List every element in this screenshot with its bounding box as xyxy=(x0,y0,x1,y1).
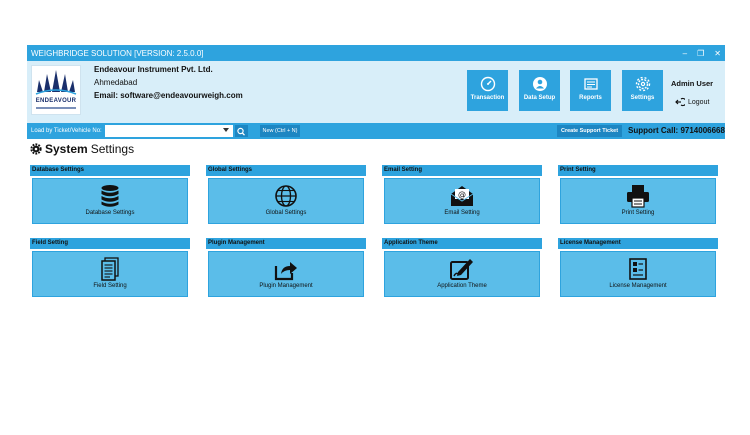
card-title: Application Theme xyxy=(382,238,542,249)
card-field-setting: Field Setting Field Setting xyxy=(30,238,190,299)
user-name: Admin User xyxy=(671,79,714,88)
global-settings-button[interactable]: Global Settings xyxy=(208,178,364,224)
minimize-button[interactable]: – xyxy=(683,49,687,58)
plugin-management-button[interactable]: Plugin Management xyxy=(208,251,364,297)
header: ENDEAVOUR Endeavour Instrument Pvt. Ltd.… xyxy=(27,61,725,123)
search-bar: Load by Ticket/Vehicle No: New (Ctrl + N… xyxy=(27,123,725,139)
print-setting-button[interactable]: Print Setting xyxy=(560,178,716,224)
card-label: Application Theme xyxy=(437,283,487,289)
new-button[interactable]: New (Ctrl + N) xyxy=(260,125,300,137)
title-bar: WEIGHBRIDGE SOLUTION [VERSION: 2.5.0.0] … xyxy=(27,45,725,61)
gear-icon xyxy=(30,143,42,155)
card-title: Print Setting xyxy=(558,165,718,176)
email-icon: @ xyxy=(450,186,474,206)
card-label: License Management xyxy=(609,283,667,289)
company-name: Endeavour Instrument Pvt. Ltd. xyxy=(94,65,213,74)
search-icon xyxy=(237,127,245,136)
card-title: Plugin Management xyxy=(206,238,366,249)
card-license-management: License Management License Management xyxy=(558,238,718,299)
document-icon xyxy=(101,257,119,281)
application-theme-button[interactable]: Application Theme xyxy=(384,251,540,297)
gear-icon xyxy=(635,76,650,92)
license-management-button[interactable]: License Management xyxy=(560,251,716,297)
card-title: Global Settings xyxy=(206,165,366,176)
search-label: Load by Ticket/Vehicle No: xyxy=(31,128,102,134)
card-label: Plugin Management xyxy=(259,283,313,289)
card-label: Email Setting xyxy=(444,210,480,216)
email-setting-button[interactable]: @ Email Setting xyxy=(384,178,540,224)
license-icon xyxy=(629,258,647,280)
logo-tagline-bar xyxy=(36,107,76,109)
logout-button[interactable]: Logout xyxy=(675,97,709,107)
card-application-theme: Application Theme Application Theme xyxy=(382,238,542,299)
nav-settings-button[interactable]: Settings xyxy=(622,70,663,111)
support-call: Support Call: 9714006668 xyxy=(628,126,725,135)
card-label: Global Settings xyxy=(265,210,307,216)
globe-icon xyxy=(275,185,297,207)
user-icon xyxy=(532,77,547,91)
create-support-ticket-button[interactable]: Create Support Ticket xyxy=(557,125,622,137)
page-title-rest: Settings xyxy=(90,142,135,156)
ticket-vehicle-input[interactable] xyxy=(105,125,233,137)
window-title: WEIGHBRIDGE SOLUTION [VERSION: 2.5.0.0] xyxy=(31,48,204,58)
company-info: Endeavour Instrument Pvt. Ltd. Ahmedabad… xyxy=(94,65,243,100)
card-title: Email Setting xyxy=(382,165,542,176)
card-print-setting: Print Setting Print Setting xyxy=(558,165,718,226)
card-title: License Management xyxy=(558,238,718,249)
card-title: Field Setting xyxy=(30,238,190,249)
logout-icon xyxy=(675,97,685,107)
nav-transaction-button[interactable]: Transaction xyxy=(467,70,508,111)
company-email: Email: software@endeavourweigh.com xyxy=(94,91,243,100)
logo-word: ENDEAVOUR xyxy=(35,98,77,104)
logout-label: Logout xyxy=(688,98,710,106)
card-label: Database Settings xyxy=(85,210,135,216)
card-plugin-management: Plugin Management Plugin Management xyxy=(206,238,366,299)
nav-data-setup-button[interactable]: Data Setup xyxy=(519,70,560,111)
company-logo: ENDEAVOUR xyxy=(31,65,81,115)
printer-icon xyxy=(627,185,649,208)
nav-reports-label: Reports xyxy=(579,95,602,101)
share-icon xyxy=(274,262,297,281)
card-label: Print Setting xyxy=(621,210,655,216)
app-window: WEIGHBRIDGE SOLUTION [VERSION: 2.5.0.0] … xyxy=(27,45,725,310)
field-setting-button[interactable]: Field Setting xyxy=(32,251,188,297)
logo-mark-icon xyxy=(35,70,77,95)
close-button[interactable]: ✕ xyxy=(714,49,721,58)
database-icon xyxy=(101,185,119,207)
nav-transaction-label: Transaction xyxy=(470,95,505,101)
card-database-settings: Database Settings Database Settings xyxy=(30,165,190,226)
card-title: Database Settings xyxy=(30,165,190,176)
card-email-setting: Email Setting @ Email Setting xyxy=(382,165,542,226)
gauge-icon xyxy=(480,76,495,92)
search-button[interactable] xyxy=(235,125,248,137)
page-title: System Settings xyxy=(30,142,134,156)
page-title-bold: System xyxy=(45,142,88,156)
window-controls: – ❐ ✕ xyxy=(683,45,721,61)
database-settings-button[interactable]: Database Settings xyxy=(32,178,188,224)
nav-reports-button[interactable]: Reports xyxy=(570,70,611,111)
restore-button[interactable]: ❐ xyxy=(697,49,704,58)
theme-edit-icon xyxy=(450,259,473,280)
nav-data-setup-label: Data Setup xyxy=(523,95,556,101)
svg-text:@: @ xyxy=(458,190,466,199)
report-icon xyxy=(583,78,598,90)
card-label: Field Setting xyxy=(93,283,127,289)
card-global-settings: Global Settings Global Settings xyxy=(206,165,366,226)
company-city: Ahmedabad xyxy=(94,78,138,87)
chevron-down-icon[interactable] xyxy=(223,128,229,132)
nav-settings-label: Settings xyxy=(630,95,655,101)
